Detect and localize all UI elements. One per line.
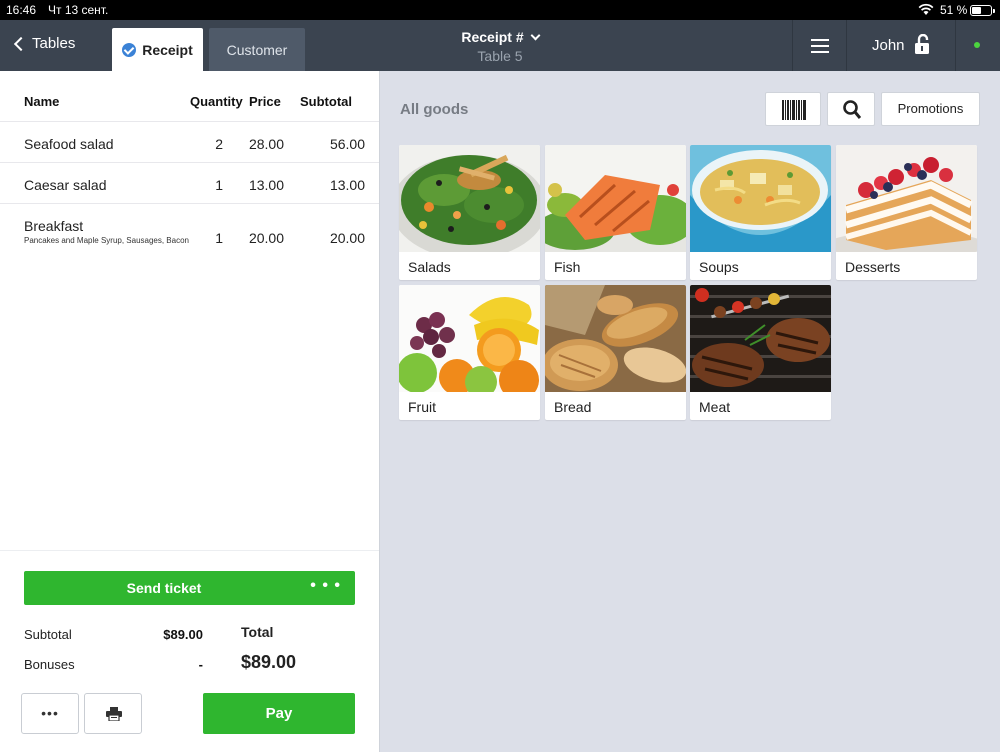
chevron-left-icon (13, 36, 29, 51)
menu-icon[interactable] (811, 39, 829, 53)
unlock-icon[interactable] (913, 34, 931, 54)
category-tile-soups[interactable]: Soups (690, 145, 831, 280)
tab-customer[interactable]: Customer (209, 28, 305, 71)
bonuses-value: - (198, 657, 203, 672)
status-bar: 16:46 Чт 13 сент. 51 % (0, 0, 1000, 20)
date: Чт 13 сент. (48, 3, 109, 17)
item-name: Breakfast (24, 218, 84, 234)
item-subtotal: 56.00 (329, 136, 365, 152)
divider (846, 20, 847, 71)
column-header-subtotal: Subtotal (300, 94, 352, 109)
receipt-row[interactable]: Caesar salad 1 13.00 13.00 (0, 162, 379, 203)
back-label: Tables (32, 35, 76, 52)
back-to-tables-button[interactable]: Tables (12, 35, 75, 52)
category-tile-desserts[interactable]: Desserts (836, 145, 977, 280)
more-icon: ••• (41, 705, 59, 721)
receipt-title: Receipt # (461, 29, 524, 45)
goods-title: All goods (400, 101, 469, 118)
divider (0, 550, 379, 551)
item-price: 13.00 (248, 177, 284, 193)
category-label: Desserts (845, 259, 901, 275)
category-label: Salads (408, 259, 451, 275)
receipt-selector[interactable]: Receipt # (440, 29, 560, 45)
total-value: $89.00 (241, 652, 297, 672)
item-name: Caesar salad (24, 177, 107, 193)
item-quantity: 1 (215, 230, 223, 246)
meat-image (690, 285, 831, 392)
item-quantity: 1 (215, 177, 223, 193)
send-ticket-button[interactable]: Send ticket • • • (24, 571, 355, 605)
user-name[interactable]: John (872, 37, 905, 54)
category-tile-fruit[interactable]: Fruit (399, 285, 540, 420)
tab-receipt[interactable]: Receipt (112, 28, 203, 71)
item-quantity: 2 (215, 136, 223, 152)
fish-image (545, 145, 686, 252)
online-status-dot (974, 42, 980, 48)
item-subtotal: 20.00 (329, 230, 365, 246)
promotions-button[interactable]: Promotions (881, 92, 980, 126)
total-label: Total (241, 624, 274, 640)
subtotal-label: Subtotal (24, 627, 72, 642)
item-name: Seafood salad (24, 136, 114, 152)
receipt-row[interactable]: Breakfast Pancakes and Maple Syrup, Saus… (0, 203, 379, 269)
battery-icon (970, 5, 995, 16)
item-price: 28.00 (248, 136, 284, 152)
divider (955, 20, 956, 71)
column-header-name: Name (24, 94, 60, 109)
column-header-price: Price (249, 94, 281, 109)
wifi-icon (918, 3, 934, 15)
send-options-icon[interactable]: • • • (310, 577, 341, 595)
bread-image (545, 285, 686, 392)
printer-icon (106, 707, 122, 721)
print-button[interactable] (84, 693, 142, 734)
more-options-button[interactable]: ••• (21, 693, 79, 734)
clock: 16:46 (6, 3, 37, 17)
check-circle-icon (122, 42, 137, 57)
column-header-quantity: Quantity (190, 94, 243, 109)
category-tile-meat[interactable]: Meat (690, 285, 831, 420)
search-button[interactable] (827, 92, 875, 126)
receipt-row[interactable]: Seafood salad 2 28.00 56.00 (0, 121, 379, 162)
subtotal-value: $89.00 (163, 627, 203, 642)
top-nav: Tables Receipt Customer Receipt # Table … (0, 20, 1000, 71)
barcode-scan-button[interactable] (765, 92, 821, 126)
item-price: 20.00 (248, 230, 284, 246)
item-description: Pancakes and Maple Syrup, Sausages, Baco… (24, 236, 189, 245)
table-label: Table 5 (477, 48, 523, 64)
tab-receipt-label: Receipt (142, 41, 193, 58)
category-label: Soups (699, 259, 739, 275)
category-tile-bread[interactable]: Bread (545, 285, 686, 420)
category-label: Bread (554, 399, 592, 415)
category-tile-salads[interactable]: Salads (399, 145, 540, 280)
item-subtotal: 13.00 (329, 177, 365, 193)
category-label: Fish (554, 259, 581, 275)
salad-image (399, 145, 540, 252)
pay-button[interactable]: Pay (203, 693, 355, 734)
battery-fill (972, 7, 981, 14)
receipt-panel: Name Quantity Price Subtotal Seafood sal… (0, 71, 380, 752)
search-icon (843, 100, 861, 119)
send-ticket-label: Send ticket (126, 580, 202, 596)
divider (792, 20, 793, 71)
category-tile-fish[interactable]: Fish (545, 145, 686, 280)
fruit-image (399, 285, 540, 392)
category-label: Fruit (408, 399, 436, 415)
tab-customer-label: Customer (226, 41, 288, 58)
battery-percent: 51 % (940, 3, 968, 17)
bonuses-label: Bonuses (24, 657, 75, 672)
chevron-down-icon (530, 30, 541, 41)
dessert-image (836, 145, 977, 252)
soup-image (690, 145, 831, 252)
barcode-icon (782, 100, 806, 120)
category-label: Meat (699, 399, 731, 415)
